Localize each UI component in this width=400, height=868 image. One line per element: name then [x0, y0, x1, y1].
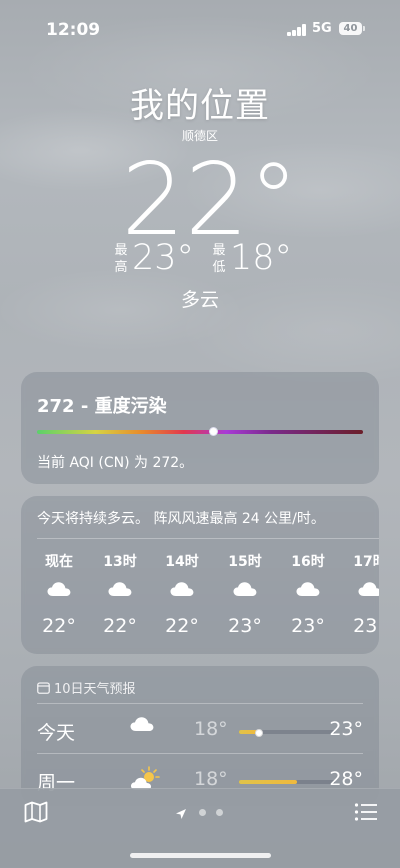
hour-label: 15时 — [228, 554, 262, 570]
cloud-icon — [286, 581, 330, 609]
forecast-row[interactable]: 今天 18° 23° — [37, 710, 363, 750]
cloud-icon — [160, 581, 204, 609]
hour-label: 14时 — [165, 554, 199, 570]
low-temp: 18° — [230, 238, 293, 278]
battery-tip — [363, 26, 365, 31]
map-icon[interactable] — [24, 801, 48, 827]
hour-label: 17时 — [353, 554, 379, 570]
air-quality-card[interactable]: 272 - 重度污染 当前 AQI (CN) 为 272。 — [21, 372, 379, 484]
battery-icon: 40 — [339, 22, 362, 35]
hour-temp: 22° — [165, 615, 199, 637]
page-dot — [216, 809, 223, 816]
divider — [37, 753, 363, 754]
hour-item: 16时 23° — [286, 551, 330, 637]
hour-label: 16时 — [291, 554, 325, 570]
current-temperature: 22° — [121, 141, 299, 258]
hour-temp: 22° — [42, 615, 76, 637]
divider — [37, 703, 363, 704]
condition-text: 多云 — [180, 289, 219, 311]
cloud-icon — [223, 581, 267, 609]
high-temp: 23° — [132, 238, 195, 278]
hour-label: 现在 — [45, 554, 73, 570]
hour-temp: 23° — [291, 615, 325, 637]
calendar-icon — [37, 681, 50, 698]
hour-item: 13时 22° — [98, 551, 142, 637]
hour-label: 13时 — [103, 554, 137, 570]
network-type: 5G — [312, 21, 332, 36]
cloud-icon — [98, 581, 142, 609]
location-name: 我的位置 — [130, 86, 270, 126]
aqi-scale-bar — [37, 430, 363, 434]
temp-range-track — [239, 780, 335, 784]
forecast-day: 今天 — [37, 722, 76, 744]
ten-day-forecast-card[interactable]: 10日天气预报 今天 18° 23° 周一 18° 28° — [21, 666, 379, 806]
hour-temp: 23° — [228, 615, 262, 637]
home-indicator[interactable] — [130, 853, 271, 858]
forecast-low: 18° — [194, 718, 228, 740]
current-temp-marker — [255, 729, 263, 737]
cellular-signal-icon — [287, 24, 307, 36]
aqi-description: 当前 AQI (CN) 为 272。 — [37, 455, 194, 471]
hourly-forecast-card[interactable]: 今天将持续多云。 阵风风速最高 24 公里/时。 现在 22° 13时 22° 14时 2… — [21, 496, 379, 654]
list-icon[interactable] — [354, 802, 378, 826]
hour-item: 17时 23° — [348, 551, 379, 637]
divider — [37, 538, 379, 539]
hour-temp: 22° — [103, 615, 137, 637]
cloud-icon — [37, 581, 81, 609]
hour-item: 14时 22° — [160, 551, 204, 637]
temp-range-fill — [239, 780, 297, 784]
hour-temp: 23° — [353, 615, 379, 637]
forecast-header: 10日天气预报 — [37, 678, 136, 698]
aqi-title: 272 - 重度污染 — [37, 396, 167, 417]
current-weather: 我的位置 顺德区 22° 最高 23° 最低 18° 多云 — [0, 78, 400, 311]
forecast-high: 28° — [329, 768, 363, 790]
location-arrow-icon — [175, 805, 187, 824]
forecast-header-label: 10日天气预报 — [54, 682, 136, 697]
status-bar: 12:09 5G 40 — [0, 0, 400, 60]
cloud-icon — [348, 581, 379, 609]
forecast-low: 18° — [194, 768, 228, 790]
hourly-summary: 今天将持续多云。 阵风风速最高 24 公里/时。 — [37, 511, 325, 527]
forecast-high: 23° — [329, 718, 363, 740]
page-indicator[interactable] — [175, 805, 235, 819]
high-low: 最高 23° 最低 18° — [0, 238, 400, 282]
cloud-icon — [129, 716, 155, 736]
page-dot — [199, 809, 206, 816]
temp-range-track — [239, 729, 335, 737]
hour-item: 现在 22° — [37, 551, 81, 637]
high-label: 最高 — [114, 243, 128, 275]
hour-item: 15时 23° — [223, 551, 267, 637]
low-label: 最低 — [212, 243, 226, 275]
status-time: 12:09 — [46, 20, 101, 40]
aqi-indicator — [209, 427, 218, 436]
